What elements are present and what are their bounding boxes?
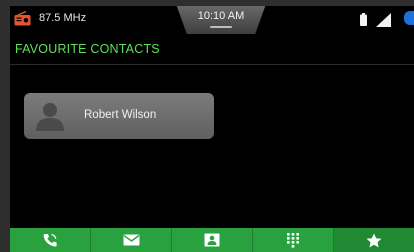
- nav-dialpad[interactable]: [253, 228, 333, 252]
- bluetooth-icon: [404, 11, 414, 25]
- radio-icon: [14, 11, 31, 26]
- nav-phone[interactable]: [10, 228, 90, 252]
- message-icon: [123, 234, 139, 246]
- contact-card[interactable]: Robert Wilson: [24, 93, 214, 139]
- nav-contacts[interactable]: [172, 228, 252, 252]
- pull-down-handle[interactable]: [210, 26, 232, 28]
- page-title: FAVOURITE CONTACTS: [15, 42, 160, 56]
- person-icon: [36, 103, 64, 131]
- dialpad-icon: [287, 233, 299, 248]
- battery-icon: [360, 13, 367, 26]
- contacts-icon: [204, 233, 220, 247]
- phone-icon: [43, 233, 57, 247]
- clock: 10:10 AM: [197, 10, 245, 22]
- device-screen: 87.5 MHz 10:10 AM FAVOURITE CONTACTS Rob…: [10, 6, 414, 252]
- header-divider: [10, 64, 414, 65]
- nav-favourites[interactable]: [334, 228, 414, 252]
- signal-icon: [376, 13, 391, 27]
- bottom-nav: [10, 228, 414, 252]
- favourites-icon: [366, 233, 382, 247]
- status-bar: 87.5 MHz 10:10 AM: [10, 6, 414, 34]
- nav-messages[interactable]: [91, 228, 171, 252]
- contact-name: Robert Wilson: [84, 109, 157, 121]
- radio-frequency[interactable]: 87.5 MHz: [39, 12, 86, 24]
